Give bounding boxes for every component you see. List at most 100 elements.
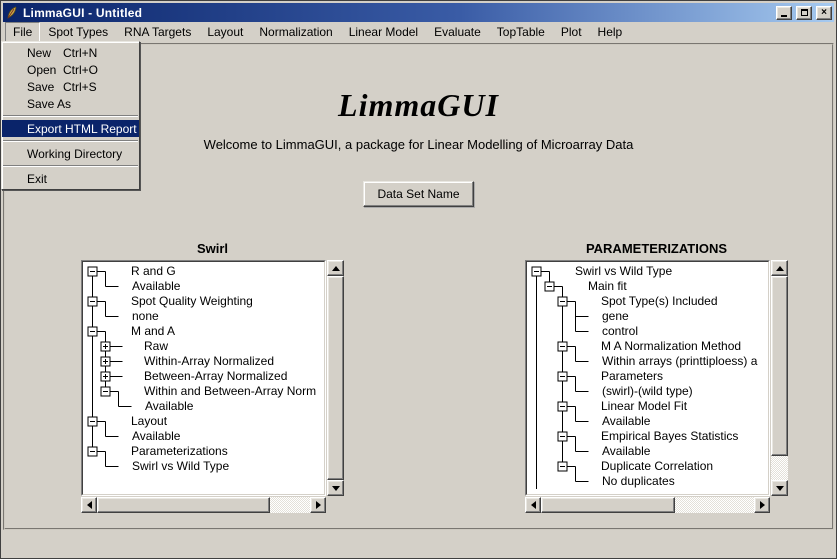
tree-node-within-array-normalized[interactable]: Within-Array Normalized [83, 354, 324, 369]
tree-connector [83, 384, 144, 399]
tree-horizontal-track[interactable] [541, 497, 754, 513]
tree-node-none[interactable]: none [83, 309, 324, 324]
tree-vertical-down-button[interactable] [771, 480, 788, 496]
tree-connector [83, 264, 131, 279]
tree-node-label: Spot Quality Weighting [131, 294, 253, 309]
tree-vertical-track[interactable] [327, 276, 344, 480]
menu-separator [3, 115, 138, 117]
tree-node-available[interactable]: Available [527, 414, 768, 429]
tree-node-label: Available [132, 279, 180, 294]
tree-horizontal-scrollbar[interactable] [525, 496, 770, 513]
tree-node-spot-type-s-included[interactable]: Spot Type(s) Included [527, 294, 768, 309]
tree-node-available[interactable]: Available [527, 444, 768, 459]
tree-node-control[interactable]: control [527, 324, 768, 339]
tree-vertical-thumb[interactable] [771, 276, 788, 456]
tree-node-r-and-g[interactable]: R and G [83, 264, 324, 279]
tree-node-label: Available [132, 429, 180, 444]
close-button[interactable]: × [816, 6, 832, 20]
tree-node-label: none [132, 309, 159, 324]
menubar-item-file[interactable]: File [5, 22, 40, 43]
tree-node-empirical-bayes-statistics[interactable]: Empirical Bayes Statistics [527, 429, 768, 444]
menubar-item-help[interactable]: Help [590, 22, 631, 43]
tree-node-available[interactable]: Available [83, 279, 324, 294]
file-menu-item-working-directory[interactable]: Working Directory [2, 145, 139, 162]
menubar-item-evaluate[interactable]: Evaluate [426, 22, 489, 43]
tree-node-swirl-vs-wild-type[interactable]: Swirl vs Wild Type [527, 264, 768, 279]
tree-connector [527, 429, 601, 444]
menubar-item-linear-model[interactable]: Linear Model [341, 22, 426, 43]
tree-node-available[interactable]: Available [83, 399, 324, 414]
menubar-item-plot[interactable]: Plot [553, 22, 590, 43]
menubar-item-toptable[interactable]: TopTable [489, 22, 553, 43]
tree-connector [83, 294, 131, 309]
tree-connector [527, 279, 588, 294]
tree-node-label: control [602, 324, 638, 339]
tree-connector [527, 399, 601, 414]
tree-horizontal-right-button[interactable] [310, 497, 326, 513]
titlebar[interactable]: LimmaGUI - Untitled × [3, 3, 834, 22]
file-menu-item-new[interactable]: NewCtrl+N [2, 44, 139, 61]
tree-vertical-scrollbar[interactable] [770, 260, 788, 496]
tree-node-no-duplicates[interactable]: No duplicates [527, 474, 768, 489]
tree-horizontal-thumb[interactable] [541, 497, 675, 513]
tree-canvas[interactable]: R and GAvailableSpot Quality Weightingno… [82, 261, 325, 495]
tree-node-label: Swirl vs Wild Type [575, 264, 672, 279]
data-set-name-button[interactable]: Data Set Name [363, 181, 473, 207]
menubar-item-spot-types[interactable]: Spot Types [40, 22, 116, 43]
tree-node-between-array-normalized[interactable]: Between-Array Normalized [83, 369, 324, 384]
tree-node-parameters[interactable]: Parameters [527, 369, 768, 384]
tree-connector [83, 429, 132, 444]
tree-horizontal-left-button[interactable] [81, 497, 97, 513]
menubar-item-rna-targets[interactable]: RNA Targets [116, 22, 199, 43]
tree-node-duplicate-correlation[interactable]: Duplicate Correlation [527, 459, 768, 474]
tree-connector [527, 264, 575, 279]
tree-node-parameterizations[interactable]: Parameterizations [83, 444, 324, 459]
tree-node-label: R and G [131, 264, 176, 279]
tree-node-m-a-normalization-method[interactable]: M A Normalization Method [527, 339, 768, 354]
menubar-item-normalization[interactable]: Normalization [251, 22, 340, 43]
tree-connector [83, 399, 145, 414]
menu-separator [3, 165, 138, 167]
tree-connector [83, 309, 132, 324]
tree-node-main-fit[interactable]: Main fit [527, 279, 768, 294]
tree-node-available[interactable]: Available [83, 429, 324, 444]
tree-vertical-scrollbar[interactable] [326, 260, 344, 496]
tree-node-swirl-wild-type[interactable]: (swirl)-(wild type) [527, 384, 768, 399]
menubar-item-layout[interactable]: Layout [199, 22, 251, 43]
tree-horizontal-track[interactable] [97, 497, 310, 513]
minimize-button[interactable] [776, 6, 792, 20]
file-menu-item-save[interactable]: SaveCtrl+S [2, 78, 139, 95]
tree-title-swirl: Swirl [81, 241, 344, 256]
tree-node-m-and-a[interactable]: M and A [83, 324, 324, 339]
tree-vertical-up-button[interactable] [327, 260, 344, 276]
tree-vertical-track[interactable] [771, 276, 788, 480]
tree-node-layout[interactable]: Layout [83, 414, 324, 429]
file-menu-item-exit[interactable]: Exit [2, 170, 139, 187]
arrow-down-icon [776, 486, 784, 491]
tree-horizontal-scrollbar[interactable] [81, 496, 326, 513]
file-menu-item-open[interactable]: OpenCtrl+O [2, 61, 139, 78]
tree-node-label: Within-Array Normalized [144, 354, 274, 369]
tree-box-swirl: R and GAvailableSpot Quality Weightingno… [81, 260, 344, 513]
tree-vertical-down-button[interactable] [327, 480, 344, 496]
tree-node-within-and-between-array-norm[interactable]: Within and Between-Array Norm [83, 384, 324, 399]
tree-canvas[interactable]: Swirl vs Wild TypeMain fitSpot Type(s) I… [526, 261, 769, 495]
tree-connector [527, 459, 601, 474]
tree-horizontal-left-button[interactable] [525, 497, 541, 513]
tree-node-label: Available [602, 414, 650, 429]
tree-node-swirl-vs-wild-type[interactable]: Swirl vs Wild Type [83, 459, 324, 474]
tree-horizontal-right-button[interactable] [754, 497, 770, 513]
file-menu-item-export-html-report[interactable]: Export HTML Report [2, 120, 139, 137]
tree-horizontal-thumb[interactable] [97, 497, 270, 513]
tree-node-gene[interactable]: gene [527, 309, 768, 324]
file-menu-item-save-as[interactable]: Save As [2, 95, 139, 112]
tree-connector [83, 324, 131, 339]
tree-node-label: Parameters [601, 369, 663, 384]
tree-node-linear-model-fit[interactable]: Linear Model Fit [527, 399, 768, 414]
maximize-button[interactable] [796, 6, 812, 20]
tree-node-spot-quality-weighting[interactable]: Spot Quality Weighting [83, 294, 324, 309]
tree-node-raw[interactable]: Raw [83, 339, 324, 354]
tree-vertical-up-button[interactable] [771, 260, 788, 276]
tree-node-within-arrays-printtiploess-a[interactable]: Within arrays (printtiploess) a [527, 354, 768, 369]
tree-vertical-thumb[interactable] [327, 276, 344, 480]
